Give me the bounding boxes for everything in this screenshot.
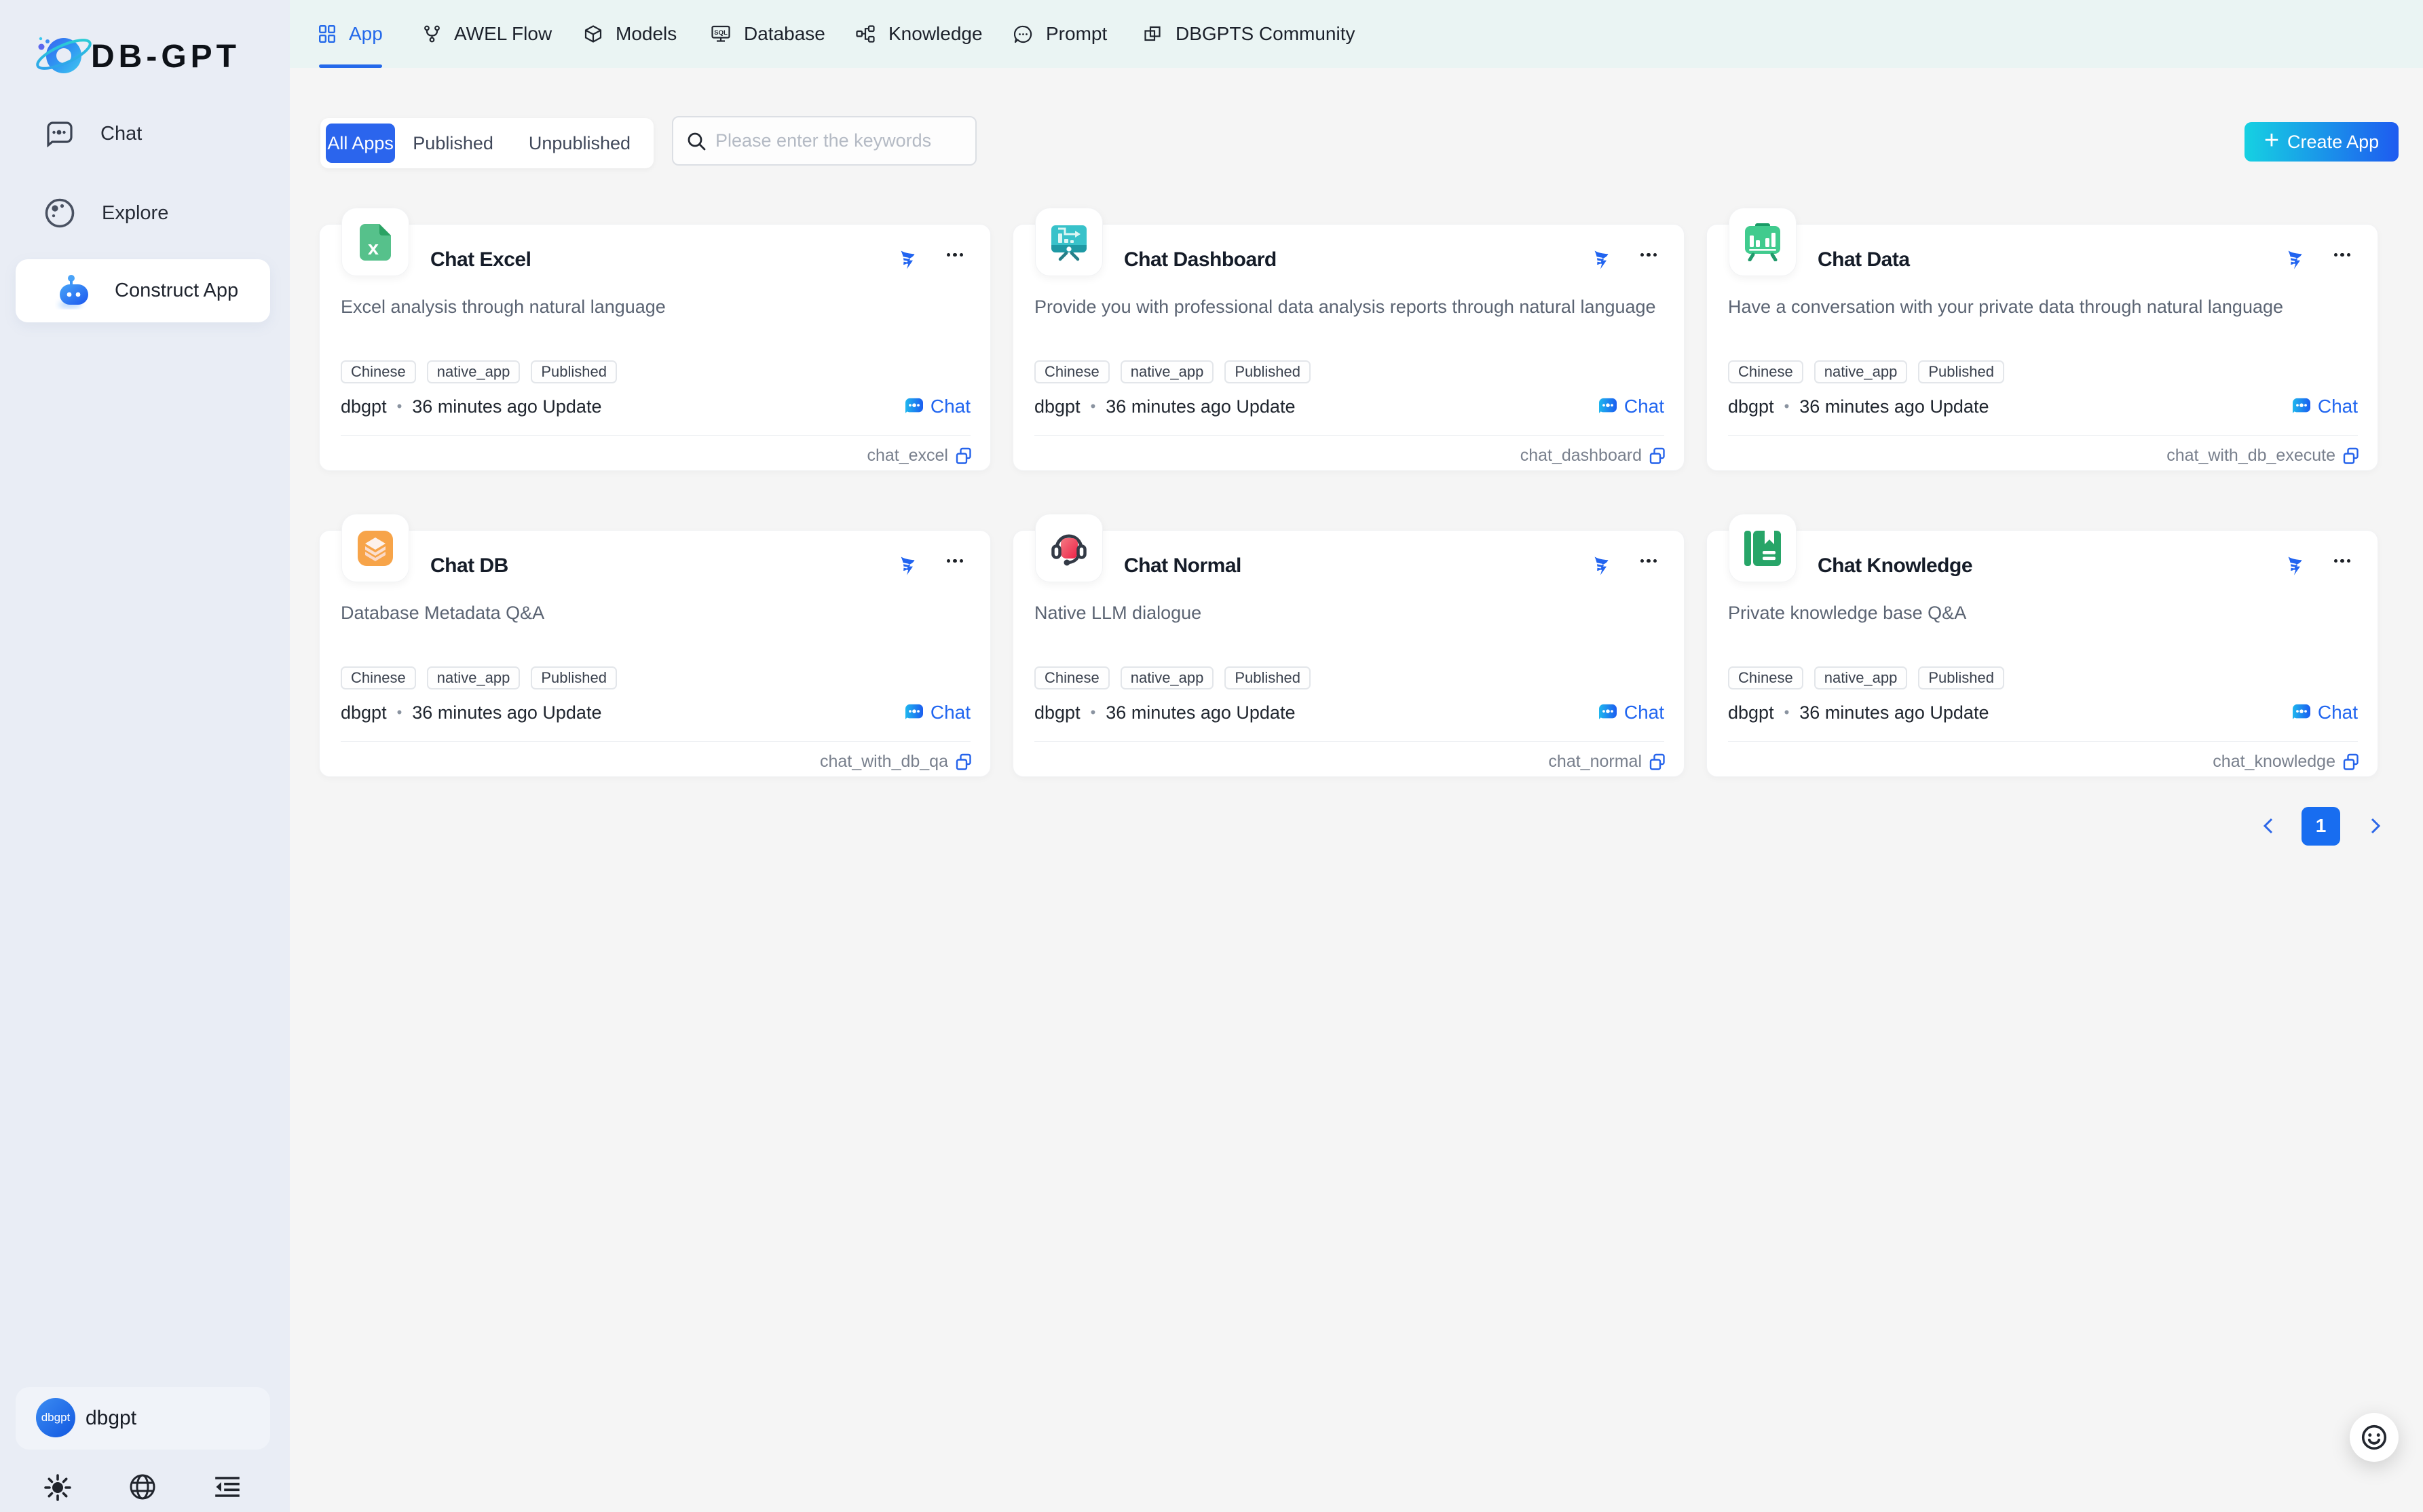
svg-text:SQL: SQL <box>714 29 728 37</box>
svg-text:x: x <box>368 238 379 259</box>
